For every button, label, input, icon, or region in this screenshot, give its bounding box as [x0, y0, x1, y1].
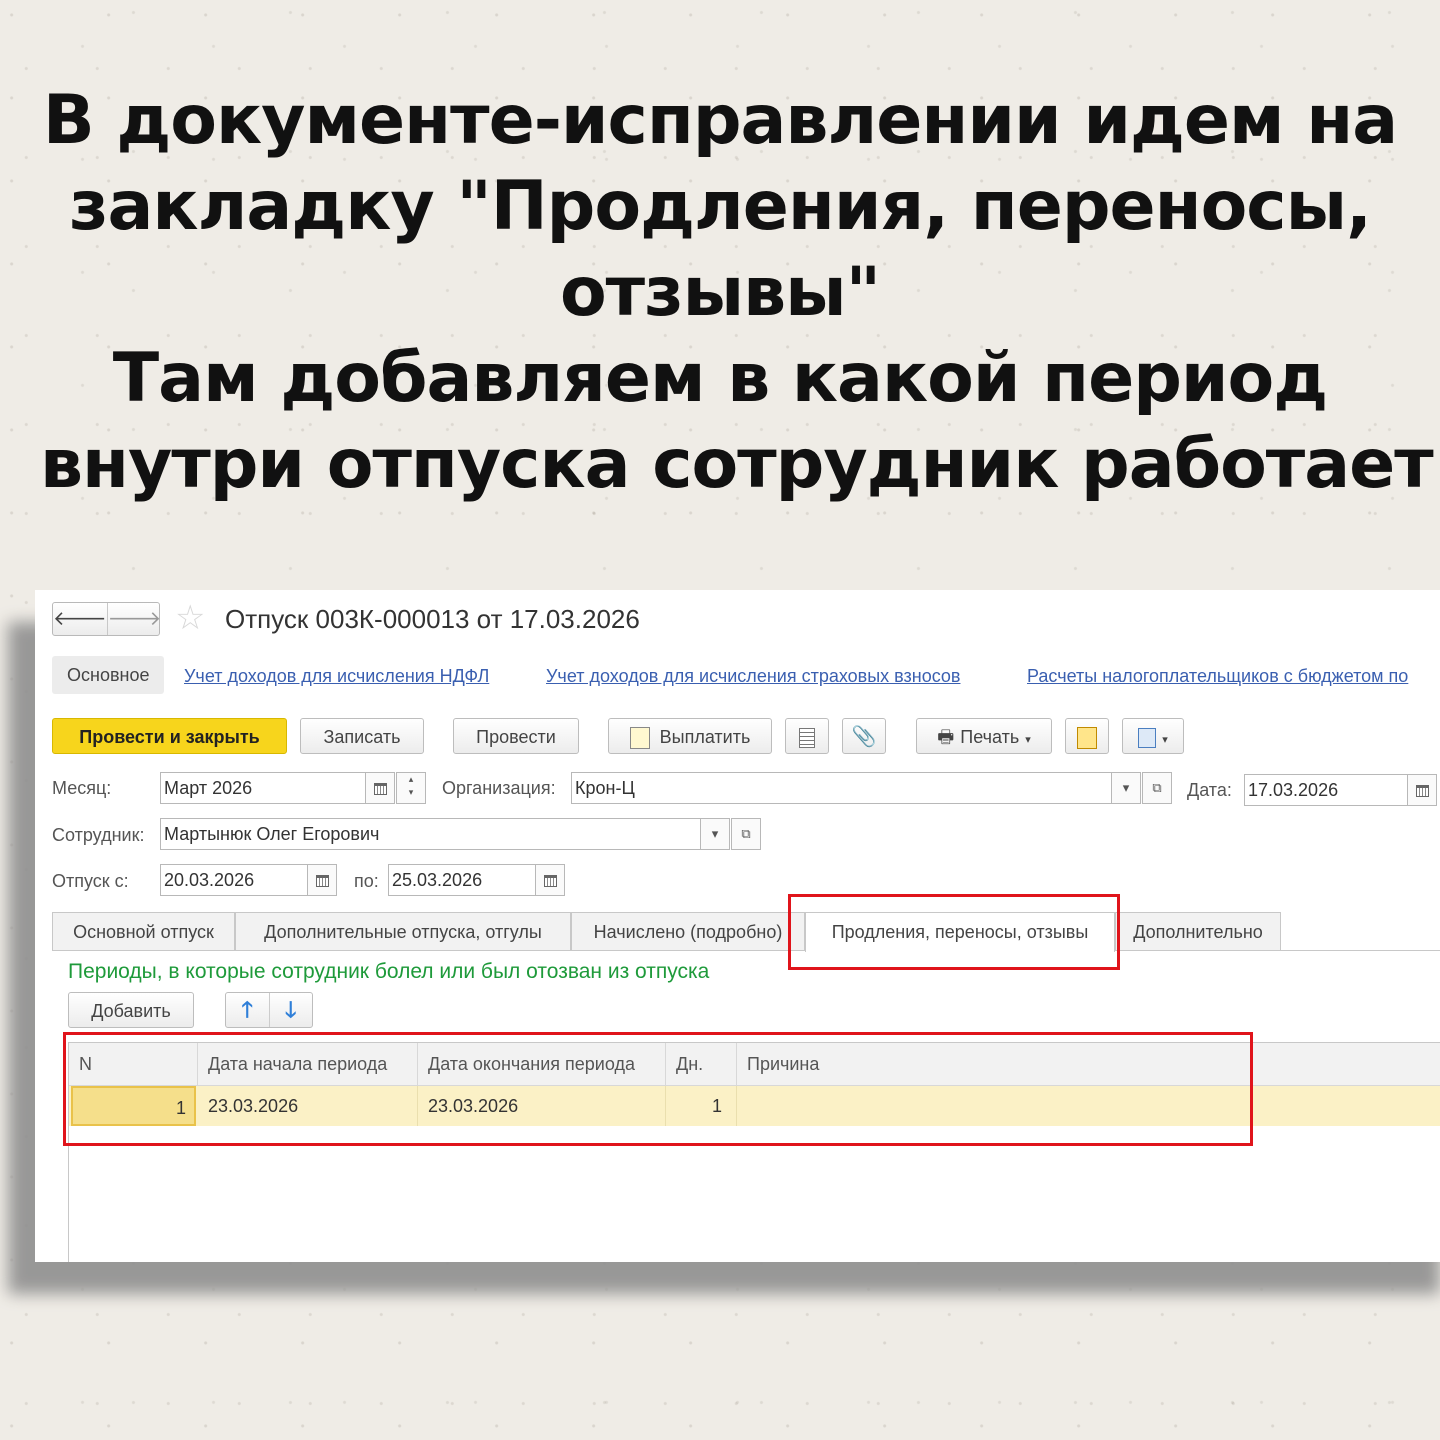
month-label: Месяц: [52, 778, 112, 798]
chevron-down-icon: ▾ [1122, 780, 1130, 795]
organization-dropdown-button[interactable]: ▾ [1111, 772, 1141, 804]
print-button[interactable]: 🖶 Печать ▾ [916, 718, 1052, 754]
link-tax-settlements[interactable]: Расчеты налогоплательщиков с бюджетом по [1027, 666, 1408, 687]
open-window-icon: ⧉ [741, 826, 751, 841]
employee-dropdown-button[interactable]: ▾ [700, 818, 730, 850]
calendar-icon [315, 874, 329, 887]
create-based-on-button[interactable] [1065, 718, 1109, 754]
tab-additional-vacations[interactable]: Дополнительные отпуска, отгулы [235, 912, 571, 950]
tab-main-vacation[interactable]: Основной отпуск [52, 912, 235, 950]
move-buttons: 🡑 🡓 [225, 992, 313, 1028]
vacation-to-field[interactable]: 25.03.2026 [388, 864, 536, 896]
post-and-close-button[interactable]: Провести и закрыть [52, 718, 287, 754]
document-arrow-icon [1138, 728, 1157, 749]
more-actions-button[interactable]: ▾ [1122, 718, 1184, 754]
forward-arrow-icon[interactable]: 🡒 [106, 603, 161, 635]
chevron-down-icon: ▾ [1162, 734, 1168, 746]
link-ndfl-income[interactable]: Учет доходов для исчисления НДФЛ [184, 666, 489, 687]
from-calendar-button[interactable] [307, 864, 337, 896]
headline: В документе-исправлении идем на закладку… [40, 78, 1434, 508]
section-title: Периоды, в которые сотрудник болел или б… [68, 960, 710, 983]
employee-open-button[interactable]: ⧉ [731, 818, 761, 850]
date-field[interactable]: 17.03.2026 [1244, 774, 1408, 806]
pay-button-label: Выплатить [659, 727, 751, 747]
document-window: 🡐 🡒 ☆ Отпуск 003К-000013 от 17.03.2026 О… [35, 590, 1440, 1262]
vacation-from-field[interactable]: 20.03.2026 [160, 864, 308, 896]
link-insurance-income[interactable]: Учет доходов для исчисления страховых вз… [546, 666, 960, 687]
date-calendar-button[interactable] [1407, 774, 1437, 806]
calendar-button[interactable] [365, 772, 395, 804]
table-highlight-box [63, 1032, 1253, 1146]
print-button-label: Печать [960, 727, 1020, 747]
spinner-icon: ▴ ▾ [408, 774, 414, 797]
attach-button[interactable]: 📎 [842, 718, 886, 754]
back-arrow-icon[interactable]: 🡐 [53, 603, 107, 635]
headline-line-4: Там добавляем в какой период [112, 339, 1328, 418]
favorite-star-icon[interactable]: ☆ [175, 598, 205, 638]
employee-field[interactable]: Мартынюк Олег Егорович [160, 818, 701, 850]
tab-additional[interactable]: Дополнительно [1115, 912, 1281, 950]
calendar-icon [543, 874, 557, 887]
paperclip-icon: 📎 [851, 726, 877, 748]
organization-label: Организация: [442, 778, 556, 798]
organization-field[interactable]: Крон-Ц [571, 772, 1112, 804]
chevron-down-icon: ▾ [1025, 734, 1031, 746]
calendar-icon [1415, 784, 1429, 797]
date-label: Дата: [1187, 780, 1232, 800]
employee-label: Сотрудник: [52, 825, 145, 845]
tab-main[interactable]: Основное [52, 656, 165, 694]
move-up-icon[interactable]: 🡑 [226, 993, 269, 1027]
printer-icon: 🖶 [937, 727, 955, 747]
pay-button[interactable]: Выплатить [608, 718, 772, 754]
document-title: Отпуск 003К-000013 от 17.03.2026 [225, 604, 640, 634]
headline-line-5: внутри отпуска сотрудник работает [40, 425, 1434, 504]
save-button[interactable]: Записать [300, 718, 424, 754]
open-window-icon: ⧉ [1152, 780, 1162, 795]
move-down-icon[interactable]: 🡓 [268, 993, 313, 1027]
tab-accrued-details[interactable]: Начислено (подробно) [571, 912, 805, 950]
month-spinner[interactable]: ▴ ▾ [396, 772, 426, 804]
nav-buttons: 🡐 🡒 [52, 602, 161, 636]
vacation-from-label: Отпуск с: [52, 871, 129, 891]
vacation-to-label: по: [354, 871, 379, 891]
headline-line-2: закладку "Продления, переносы, [69, 167, 1372, 246]
add-button[interactable]: Добавить [68, 992, 194, 1028]
list-icon [799, 728, 815, 749]
month-field[interactable]: Март 2026 [160, 772, 366, 804]
post-button[interactable]: Провести [453, 718, 579, 754]
organization-open-button[interactable]: ⧉ [1142, 772, 1172, 804]
document-clock-icon [1077, 727, 1097, 750]
list-button[interactable] [785, 718, 829, 754]
calendar-icon [373, 782, 387, 795]
headline-line-3: отзывы" [559, 253, 881, 332]
tabs-row: Основной отпуск Дополнительные отпуска, … [52, 912, 1440, 952]
to-calendar-button[interactable] [535, 864, 565, 896]
document-pay-icon [629, 727, 650, 750]
chevron-down-icon: ▾ [711, 826, 719, 841]
headline-line-1: В документе-исправлении идем на [42, 81, 1398, 160]
tab-highlight-box [788, 894, 1120, 970]
